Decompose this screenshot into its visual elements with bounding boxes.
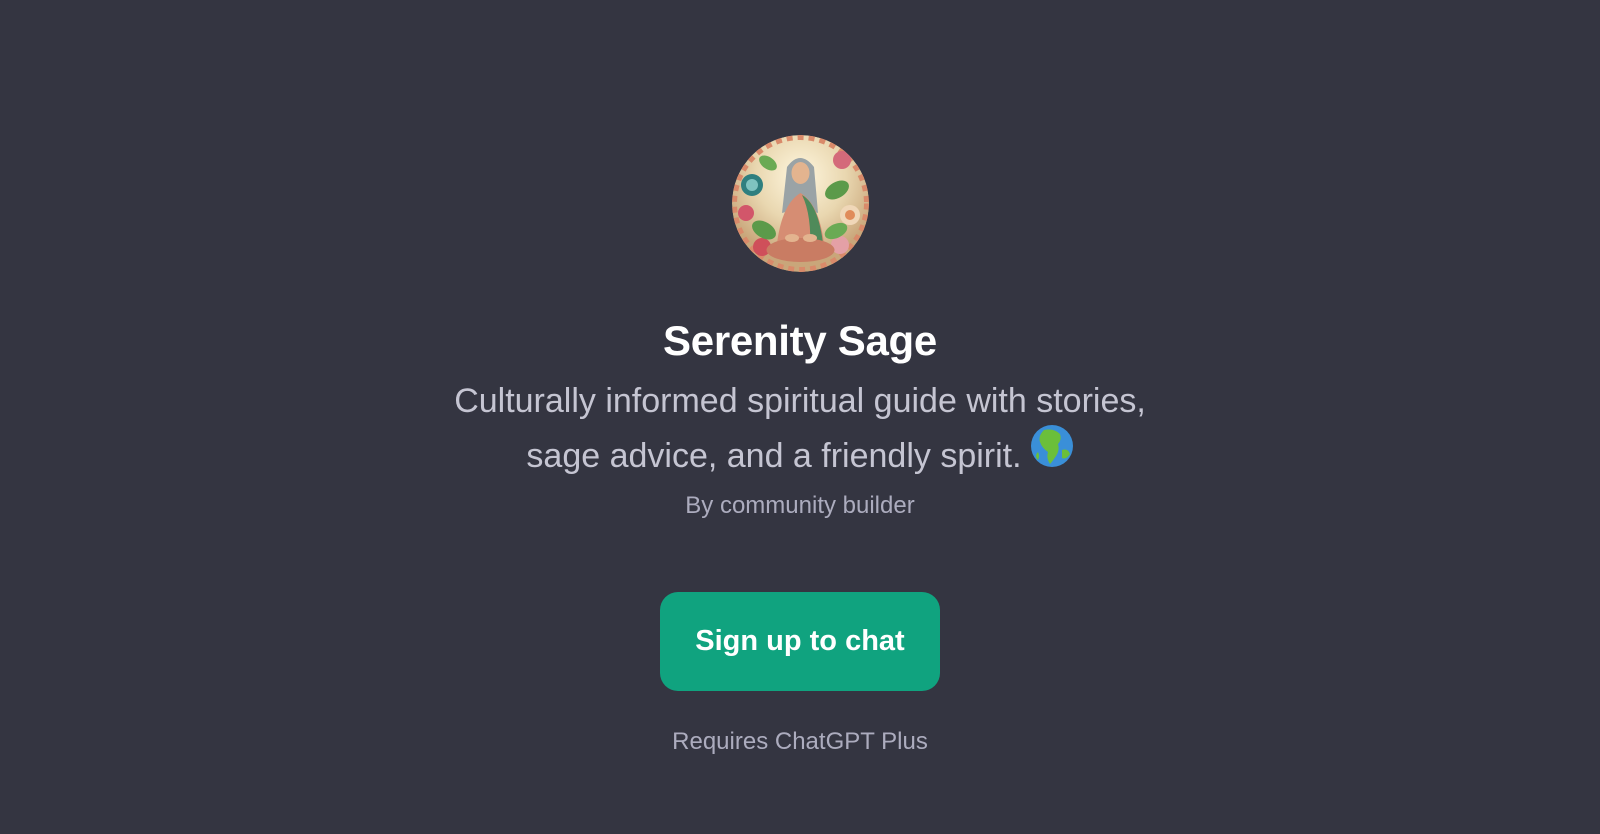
gpt-author: By community builder [685, 492, 915, 519]
gpt-description: Culturally informed spiritual guide with… [0, 374, 1600, 488]
gpt-description-line-2-wrap: sage advice, and a friendly spirit. [0, 425, 1600, 488]
gpt-avatar [732, 135, 869, 272]
gpt-landing-page: Serenity Sage Culturally informed spirit… [0, 0, 1600, 834]
globe-europe-africa-icon [1030, 424, 1074, 484]
gpt-title: Serenity Sage [663, 317, 937, 364]
requires-plus-note: Requires ChatGPT Plus [672, 728, 928, 755]
gpt-description-line-1: Culturally informed spiritual guide with… [454, 382, 1146, 420]
gpt-description-line-2: sage advice, and a friendly spirit. [526, 436, 1022, 475]
meditating-sage-image [732, 135, 869, 272]
sign-up-to-chat-button[interactable]: Sign up to chat [660, 592, 940, 691]
